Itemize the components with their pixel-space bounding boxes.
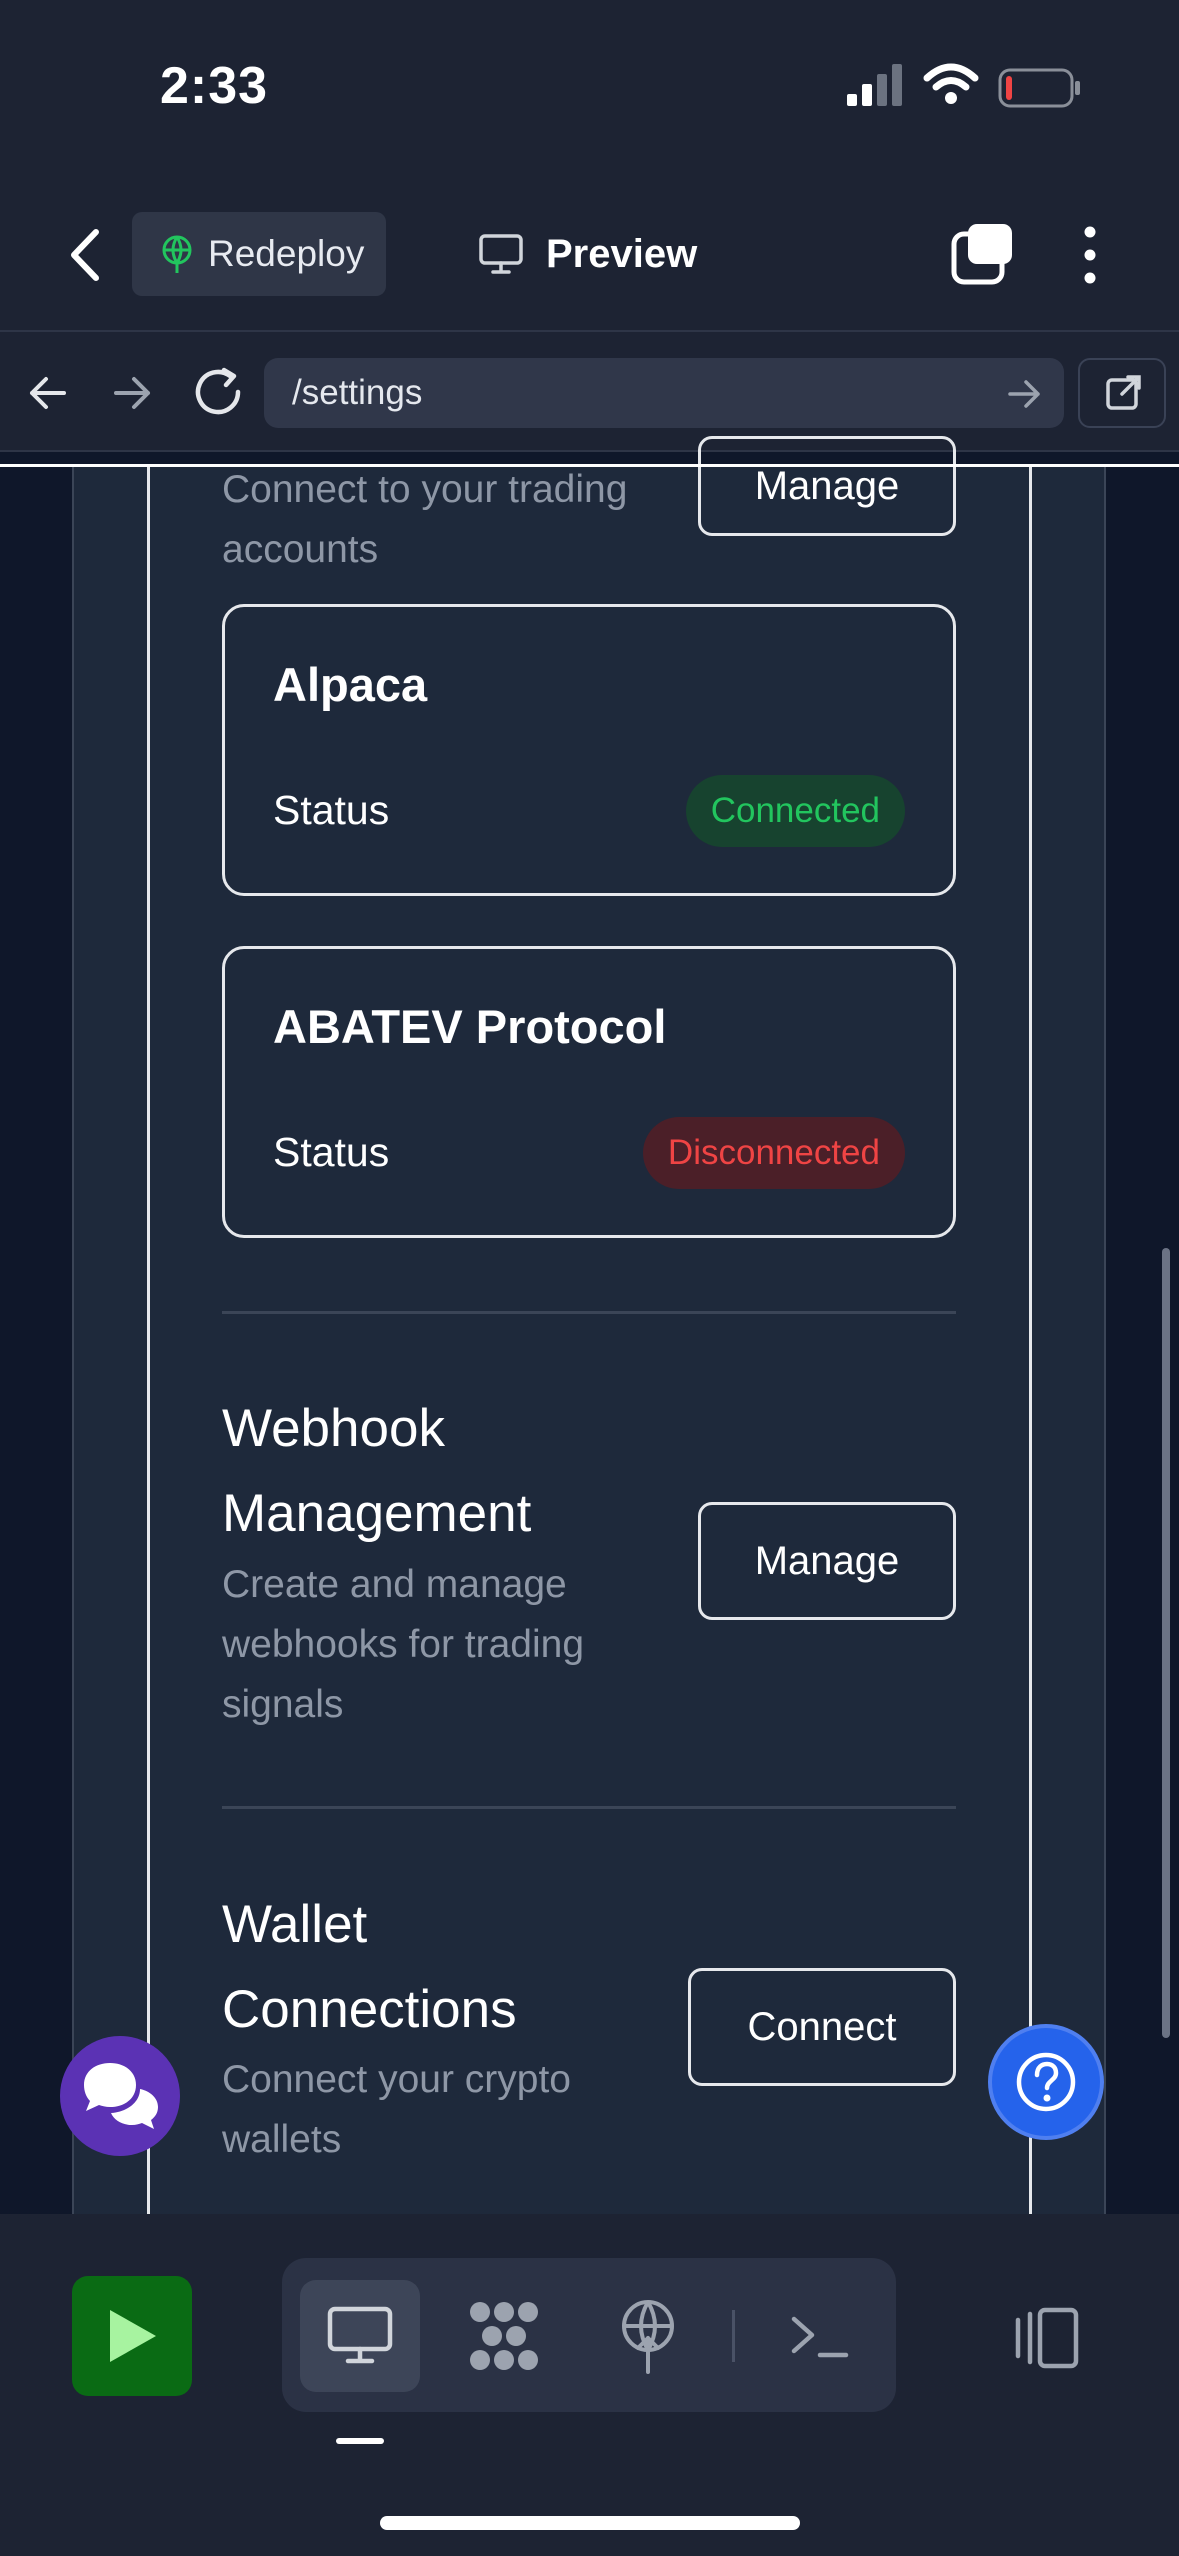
webhook-manage-button[interactable]: Manage [698, 1502, 956, 1620]
broker-card-abatev: ABATEV Protocol Status Disconnected [222, 946, 956, 1238]
trading-manage-button[interactable]: Manage [698, 436, 956, 536]
broker-name: ABATEV Protocol [273, 1000, 667, 1053]
panel-toggle-button[interactable] [1004, 2296, 1088, 2380]
arrow-left-icon[interactable] [20, 365, 76, 421]
open-external-button[interactable] [1078, 358, 1166, 428]
battery-icon [998, 68, 1080, 108]
deploy-icon [622, 2300, 674, 2374]
tool-separator [732, 2310, 735, 2362]
chat-icon [84, 2063, 158, 2129]
broker-status-label: Status [273, 1129, 390, 1175]
preview-label: Preview [546, 231, 698, 276]
back-icon[interactable] [60, 220, 112, 290]
broker-card-alpaca: Alpaca Status Connected [222, 604, 956, 896]
url-field[interactable]: /settings [264, 358, 1064, 428]
reload-icon[interactable] [188, 362, 250, 424]
external-link-icon [1106, 375, 1141, 410]
tool-preview-tab[interactable] [300, 2280, 420, 2392]
wifi-icon [923, 63, 979, 104]
run-button[interactable] [72, 2276, 192, 2396]
tool-deploy-tab[interactable] [598, 2280, 698, 2392]
redeploy-label: Redeploy [208, 233, 365, 274]
wallet-connect-button[interactable]: Connect [688, 1968, 956, 2086]
monitor-icon [479, 234, 523, 274]
section-divider [222, 1806, 956, 1809]
cellular-signal-icon [847, 64, 902, 106]
help-button[interactable] [988, 2024, 1104, 2140]
status-time: 2:33 [160, 57, 269, 115]
webhook-section-description: Create and manage webhooks for trading s… [222, 1563, 585, 1726]
terminal-icon [791, 2316, 849, 2358]
monitor-icon [327, 2306, 393, 2364]
broker-status-label: Status [273, 787, 390, 833]
redeploy-icon [162, 235, 192, 273]
home-indicator[interactable] [380, 2516, 800, 2530]
broker-name: Alpaca [273, 658, 428, 711]
webhook-section-title: Webhook Management [222, 1399, 532, 1543]
url-go-arrow-icon[interactable] [1000, 370, 1048, 418]
wallet-section-description: Connect your crypto wallets [222, 2058, 572, 2161]
redeploy-button[interactable]: Redeploy [132, 212, 386, 296]
content-top-border [0, 464, 1179, 467]
status-badge: Disconnected [642, 1117, 905, 1189]
tabs-icon[interactable] [950, 222, 1016, 288]
graph-icon [470, 2302, 538, 2370]
trading-accounts-description: Connect to your trading accounts [222, 468, 628, 571]
wallet-section-title: Wallet Connections [222, 1895, 517, 2039]
tool-shell-tab[interactable] [770, 2280, 870, 2392]
panel-toggle-icon [1015, 2307, 1079, 2369]
section-divider [222, 1311, 956, 1314]
help-icon [1016, 2052, 1076, 2112]
chat-button[interactable] [60, 2036, 180, 2156]
active-tab-indicator [336, 2438, 384, 2444]
play-icon [110, 2310, 156, 2362]
tool-graph-tab[interactable] [452, 2280, 556, 2392]
preview-button[interactable]: Preview [478, 218, 697, 290]
scrollbar[interactable] [1162, 1248, 1170, 2038]
arrow-right-icon[interactable] [104, 365, 160, 421]
more-vertical-icon[interactable] [1070, 222, 1110, 288]
status-badge: Connected [685, 775, 905, 847]
